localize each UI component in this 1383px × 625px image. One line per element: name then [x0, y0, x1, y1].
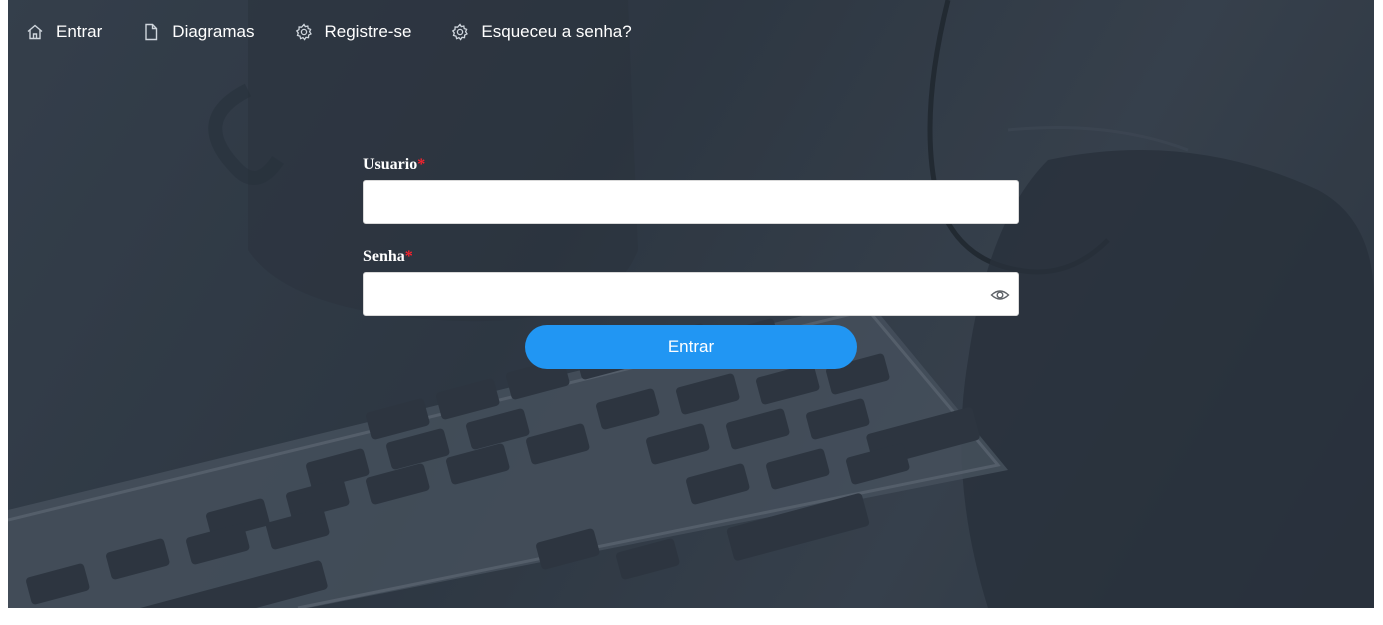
nav-item-esqueceu-senha[interactable]: Esqueceu a senha? — [451, 22, 632, 42]
login-page: Entrar Diagramas Registre-se Esqueceu a … — [8, 0, 1374, 608]
top-navbar: Entrar Diagramas Registre-se Esqueceu a … — [8, 0, 672, 64]
nav-item-diagramas[interactable]: Diagramas — [142, 22, 255, 42]
username-label-text: Usuario — [363, 156, 418, 173]
username-field-box — [363, 180, 1019, 224]
gear-icon — [451, 23, 469, 41]
submit-button[interactable]: Entrar — [525, 325, 857, 369]
password-field-box — [363, 272, 1019, 316]
nav-item-label: Diagramas — [172, 22, 255, 41]
nav-item-label: Registre-se — [324, 22, 412, 41]
password-input[interactable] — [364, 273, 1018, 315]
file-icon — [142, 23, 160, 41]
username-input[interactable] — [364, 181, 1018, 223]
password-label-text: Senha — [363, 248, 405, 265]
nav-item-registre-se[interactable]: Registre-se — [295, 22, 412, 42]
nav-item-entrar[interactable]: Entrar — [26, 22, 102, 42]
home-icon — [26, 23, 44, 41]
username-label: Usuario* — [363, 150, 1019, 180]
required-mark: * — [404, 248, 413, 265]
required-mark: * — [417, 156, 426, 173]
password-label: Senha* — [363, 242, 1019, 272]
eye-icon[interactable] — [990, 285, 1010, 305]
gear-icon — [295, 23, 313, 41]
login-form: Usuario* Senha* Entrar — [363, 150, 1019, 369]
nav-item-label: Esqueceu a senha? — [481, 22, 632, 41]
nav-item-label: Entrar — [56, 22, 103, 41]
